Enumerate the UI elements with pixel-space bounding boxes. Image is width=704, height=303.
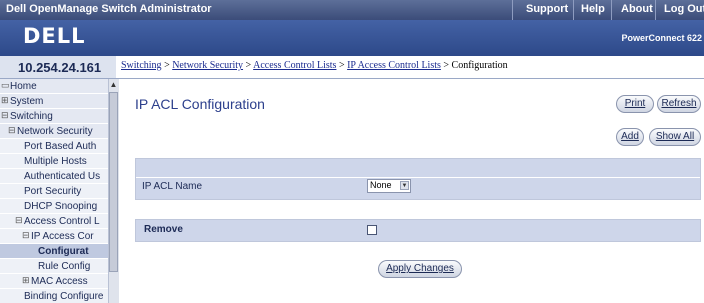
switch-ip-address: 10.254.24.161 (18, 60, 102, 75)
divider (611, 0, 612, 20)
model-name: PowerConnect 622 (621, 33, 702, 43)
sidebar-item-label: Access Control L (24, 216, 100, 227)
sidebar-item-label: Port Security (24, 186, 82, 197)
breadcrumb-link[interactable]: IP Access Control Lists (347, 60, 441, 71)
divider (116, 78, 704, 79)
sidebar-item-label: System (10, 96, 44, 107)
divider (136, 177, 700, 178)
refresh-button[interactable]: Refresh (657, 95, 701, 113)
breadcrumb-separator: > (161, 60, 173, 71)
help-link[interactable]: Help (581, 3, 605, 15)
sidebar-item-label: Rule Config (38, 261, 91, 272)
add-button[interactable]: Add (616, 128, 644, 146)
breadcrumb: Switching > Network Security > Access Co… (121, 60, 508, 71)
sidebar-item[interactable]: Configurat (0, 244, 108, 259)
sidebar-item[interactable]: Port Based Auth (0, 139, 108, 154)
sidebar-nav: ▭ Home ⊞ System ⊟ Switching ⊟ Network Security P… (0, 79, 108, 303)
expand-icon[interactable]: ⊞ (22, 275, 30, 286)
logout-link[interactable]: Log Out (664, 3, 704, 15)
sidebar-item[interactable]: ⊟ IP Access Cor (0, 229, 108, 244)
about-link[interactable]: About (621, 3, 653, 15)
sidebar-item-label: DHCP Snooping (24, 201, 98, 212)
remove-panel (135, 219, 701, 242)
sidebar-item[interactable]: Multiple Hosts (0, 154, 108, 169)
scrollbar-thumb[interactable] (109, 92, 118, 272)
sidebar-item[interactable]: ⊟ Network Security (0, 124, 108, 139)
ip-acl-panel (135, 158, 701, 200)
sidebar-item-label: Port Based Auth (24, 141, 97, 152)
sidebar-item[interactable]: Port Security (0, 184, 108, 199)
app-title: Dell OpenManage Switch Administrator (6, 3, 212, 15)
sidebar-item-label: IP Access Cor (31, 231, 94, 242)
remove-label: Remove (144, 224, 183, 235)
sidebar-item-label: MAC Access (31, 276, 88, 287)
sidebar-item[interactable]: Binding Configure (0, 289, 108, 303)
breadcrumb-link[interactable]: Access Control Lists (253, 60, 336, 71)
home-icon: ▭ (1, 80, 10, 90)
divider (573, 0, 574, 20)
breadcrumb-link[interactable]: Network Security (172, 60, 243, 71)
show-all-button[interactable]: Show All (649, 128, 701, 146)
logo-band (0, 20, 704, 56)
divider (512, 0, 513, 20)
sidebar-item[interactable]: Rule Config (0, 259, 108, 274)
collapse-icon[interactable]: ⊟ (22, 230, 30, 241)
sidebar-item[interactable]: ▭ Home (0, 79, 108, 94)
print-button[interactable]: Print (616, 95, 654, 113)
chevron-down-icon[interactable]: ▼ (400, 181, 409, 190)
sidebar-item-label: Network Security (17, 126, 93, 137)
remove-checkbox[interactable] (367, 225, 377, 235)
sidebar-item-label: Multiple Hosts (24, 156, 87, 167)
sidebar-item[interactable]: ⊞ MAC Access (0, 274, 108, 289)
apply-changes-button[interactable]: Apply Changes (378, 260, 462, 278)
breadcrumb-separator: > (440, 60, 452, 71)
sidebar-item[interactable]: ⊟ Switching (0, 109, 108, 124)
breadcrumb-separator: > (336, 60, 348, 71)
select-value: None (370, 180, 392, 190)
scroll-up-icon[interactable]: ▲ (109, 80, 118, 91)
sidebar-item-label: Authenticated Us (24, 171, 101, 182)
sidebar-item[interactable]: Authenticated Us (0, 169, 108, 184)
sidebar-item[interactable]: ⊞ System (0, 94, 108, 109)
expand-icon[interactable]: ⊞ (1, 95, 9, 106)
ip-acl-name-label: IP ACL Name (142, 181, 203, 192)
collapse-icon[interactable]: ⊟ (15, 215, 23, 226)
collapse-icon[interactable]: ⊟ (8, 125, 16, 136)
breadcrumb-current: Configuration (451, 60, 508, 71)
collapse-icon[interactable]: ⊟ (1, 110, 9, 121)
page-title: IP ACL Configuration (135, 96, 265, 112)
support-link[interactable]: Support (526, 3, 568, 15)
sidebar-item-label: Switching (10, 111, 53, 122)
breadcrumb-separator: > (243, 60, 254, 71)
sidebar-item-label: Configurat (38, 246, 89, 257)
breadcrumb-link[interactable]: Switching (121, 60, 162, 71)
sidebar-item[interactable]: DHCP Snooping (0, 199, 108, 214)
divider (655, 0, 656, 20)
dell-logo: DELL (23, 24, 86, 48)
sidebar-item-label: Binding Configure (24, 291, 104, 302)
sidebar-item[interactable]: ⊟ Access Control L (0, 214, 108, 229)
sidebar-item-label: Home (10, 81, 37, 92)
ip-acl-name-select[interactable]: None ▼ (367, 179, 411, 193)
